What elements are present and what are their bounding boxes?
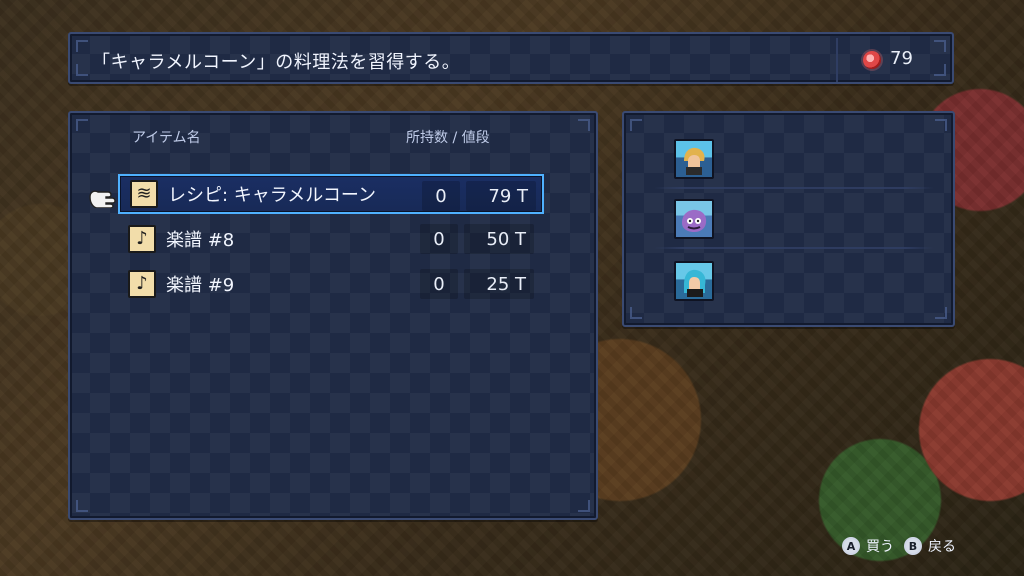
scroll-icon: ≋	[130, 180, 158, 208]
party-member-portrait	[674, 261, 714, 301]
music-note-icon: ♪	[128, 225, 156, 253]
panel-corner	[76, 40, 88, 52]
purple-creature-portrait-icon	[682, 209, 707, 232]
b-button-icon: B	[904, 537, 922, 555]
item-price: 50 T	[464, 224, 534, 254]
item-price: 25 T	[464, 269, 534, 299]
item-owned-qty: 0	[420, 269, 458, 299]
help-buy: A 買う	[842, 536, 894, 556]
shop-panel: アイテム名 所持数 / 値段	[68, 111, 598, 520]
panel-corner	[935, 307, 947, 319]
party-panel	[622, 111, 955, 327]
party-divider	[654, 187, 934, 189]
panel-corner	[76, 64, 88, 76]
help-buy-label: 買う	[866, 539, 894, 555]
panel-corner	[578, 119, 590, 131]
coin-icon	[863, 51, 881, 69]
currency-amount: 79	[890, 48, 913, 69]
party-member-portrait	[674, 199, 714, 239]
panel-corner	[578, 500, 590, 512]
party-divider	[654, 247, 934, 249]
shop-item-row[interactable]: ♪ 楽譜 #8 0 50 T	[118, 219, 544, 259]
panel-corner	[630, 119, 642, 131]
help-back-label: 戻る	[928, 539, 956, 555]
pointer-hand-icon	[89, 190, 116, 208]
item-name: 楽譜 #8	[166, 230, 235, 251]
panel-corner	[630, 307, 642, 319]
blue-hair-portrait-icon	[684, 269, 706, 297]
column-header-item-name: アイテム名	[132, 130, 201, 146]
item-price: 79 T	[466, 181, 536, 211]
controls-help-bar: A 買う B 戻る	[842, 534, 956, 558]
currency-divider	[836, 38, 838, 82]
a-button-icon: A	[842, 537, 860, 555]
panel-corner	[935, 119, 947, 131]
item-owned-qty: 0	[422, 181, 460, 211]
panel-corner	[934, 40, 946, 52]
column-header-owned-price: 所持数 / 値段	[406, 130, 490, 146]
help-back: B 戻る	[904, 536, 956, 556]
item-name: 楽譜 #9	[166, 275, 235, 296]
message-text: 「キャラメルコーン」の料理法を習得する。	[92, 52, 461, 73]
blonde-hero-portrait-icon	[684, 147, 705, 175]
shop-item-row[interactable]: ≋ レシピ: キャラメルコーン 0 79 T	[118, 174, 544, 214]
panel-corner	[934, 64, 946, 76]
party-member-portrait	[674, 139, 714, 179]
item-name: レシピ: キャラメルコーン	[168, 185, 376, 206]
item-owned-qty: 0	[420, 224, 458, 254]
music-note-icon: ♪	[128, 270, 156, 298]
shop-item-row[interactable]: ♪ 楽譜 #9 0 25 T	[118, 264, 544, 304]
panel-corner	[76, 119, 88, 131]
message-panel: 「キャラメルコーン」の料理法を習得する。 79	[68, 32, 954, 84]
panel-corner	[76, 500, 88, 512]
